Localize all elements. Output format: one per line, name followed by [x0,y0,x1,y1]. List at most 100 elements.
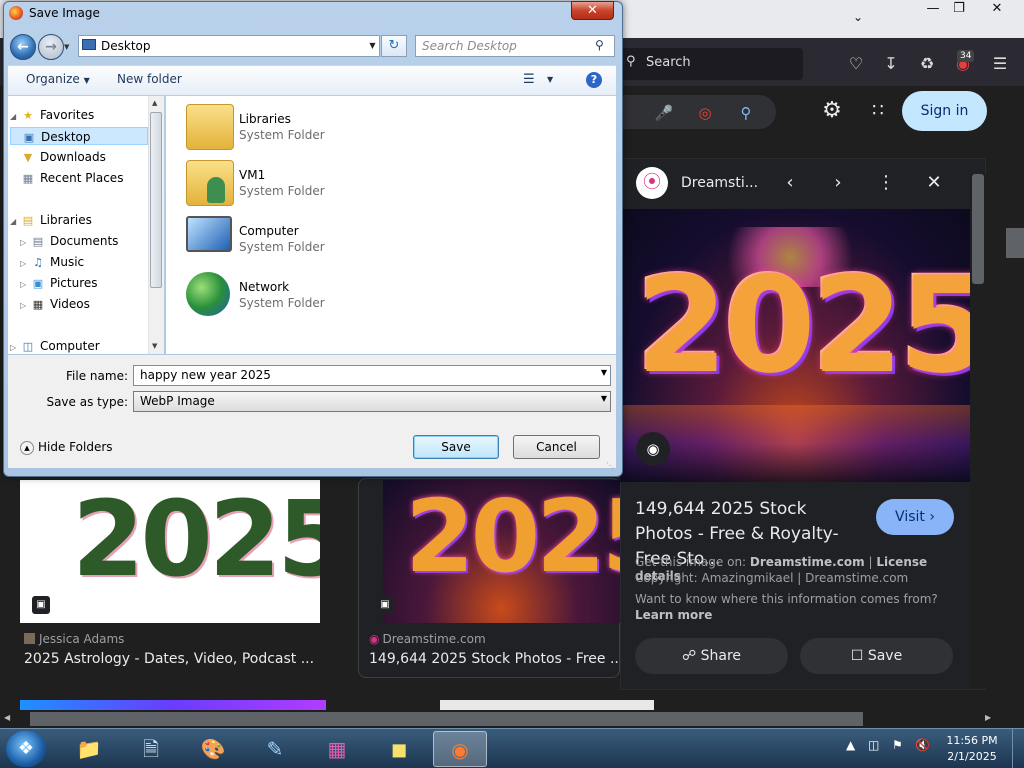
organize-button[interactable]: Organize ▼ [26,72,90,86]
download-icon[interactable]: ↧ [877,50,905,78]
result-image-4[interactable] [440,700,654,710]
nav-computer[interactable]: ▷ ◫ Computer [10,337,148,355]
network-tray-icon[interactable]: ◫ [868,738,879,752]
preview-image[interactable]: 2025 [620,209,970,482]
result-image-3[interactable] [20,700,326,710]
dropdown-arrow-icon[interactable]: ▼ [601,368,607,377]
visit-button[interactable]: Visit › [876,499,954,535]
list-item-libraries[interactable] [186,104,236,150]
start-button[interactable]: ❖ [6,731,46,767]
explorer-taskbar-icon[interactable]: 📁 [62,731,116,767]
show-desktop-button[interactable] [1012,729,1024,768]
list-all-tabs-icon[interactable]: ⌄ [846,10,870,30]
save-button[interactable]: Save [413,435,499,459]
next-icon[interactable]: › [827,172,849,194]
panel-scrollbar-thumb[interactable] [972,174,984,284]
close-window-icon[interactable]: ✕ [982,0,1012,18]
preview-image-text: 2025 [636,249,970,403]
paint-taskbar-icon[interactable]: 🎨 [186,731,240,767]
page-scrollbar-thumb[interactable] [1006,228,1024,258]
forward-button[interactable]: → [38,34,64,60]
nav-favorites[interactable]: ◢ ★ Favorites [10,106,148,124]
share-button[interactable]: ☍ Share [635,638,788,674]
apps-grid-icon[interactable]: ∷ [866,99,890,123]
pocket-icon[interactable]: ♡ [842,50,870,78]
scroll-left-icon[interactable]: ◀ [4,713,10,722]
panel-source-name[interactable]: Dreamsti... [681,175,758,191]
lens-search-icon[interactable]: ◎ [693,101,717,125]
result-image-1-text: 2025 [72,480,320,600]
file-name-input[interactable]: happy new year 2025 ▼ [133,365,611,386]
nav-recent-places[interactable]: ▦ Recent Places [10,169,148,187]
address-dropdown-icon[interactable]: ▼ [366,36,379,56]
nav-downloads-label: Downloads [40,150,106,164]
dialog-close-button[interactable]: ✕ [571,1,614,20]
recent-locations-icon[interactable]: ▼ [64,43,69,51]
view-options-icon[interactable]: ▼ [547,75,553,84]
close-panel-icon[interactable]: ✕ [923,172,945,194]
scroll-up-icon[interactable]: ▲ [152,99,157,107]
item-name[interactable]: Computer [239,224,299,238]
result-image-1[interactable]: 2025 [20,480,320,623]
item-name[interactable]: VM1 [239,168,265,182]
google-lens-icon[interactable]: ◉ [636,432,670,466]
dropdown-arrow-icon[interactable]: ▼ [601,394,607,403]
previous-icon[interactable]: ‹ [779,172,801,194]
nav-pictures[interactable]: ▷ ▣ Pictures [20,274,158,292]
search-icon[interactable]: ⚲ [595,38,604,52]
nav-desktop[interactable]: ▣ Desktop [10,127,148,145]
scroll-right-icon[interactable]: ▶ [985,713,991,722]
new-folder-button[interactable]: New folder [117,72,182,86]
learn-more-link[interactable]: Learn more [635,608,712,622]
result-title-1[interactable]: 2025 Astrology - Dates, Video, Podcast .… [24,651,314,667]
sticky-notes-taskbar-icon[interactable]: ◼ [372,731,426,767]
list-item-network[interactable] [186,272,236,318]
item-name[interactable]: Network [239,280,289,294]
refresh-button[interactable]: ↻ [381,35,407,57]
sign-in-button[interactable]: Sign in [902,91,987,131]
back-button[interactable]: ← [10,34,36,60]
resize-grip-icon[interactable]: ⋱ [606,461,614,470]
nav-videos[interactable]: ▷ ▦ Videos [20,295,158,313]
hide-folders-button[interactable]: ▲ Hide Folders [20,440,113,455]
settings-gear-icon[interactable]: ⚙ [820,99,844,123]
list-item-computer[interactable] [186,216,236,262]
notepad-taskbar-icon[interactable]: ✎ [248,731,302,767]
save-to-collection-button[interactable]: ☐ Save [800,638,953,674]
wordpad-taskbar-icon[interactable]: 🗎 [124,731,178,767]
change-view-icon[interactable]: ☰ [523,72,535,87]
scroll-down-icon[interactable]: ▼ [152,342,157,350]
get-image-site-link[interactable]: Dreamstime.com [750,555,865,569]
voice-search-icon[interactable]: 🎤 [652,101,676,125]
cancel-button[interactable]: Cancel [513,435,600,459]
firefox-taskbar-icon[interactable]: ◉ [433,731,487,767]
item-name[interactable]: Libraries [239,112,291,126]
nav-music[interactable]: ▷ ♫ Music [20,253,158,271]
winrar-taskbar-icon[interactable]: ▦ [310,731,364,767]
result-source-2[interactable]: ◉ Dreamstime.com [369,632,486,646]
address-bar[interactable]: Desktop [78,35,380,57]
result-title-2[interactable]: 149,644 2025 Stock Photos - Free ... [369,651,623,667]
restore-icon[interactable]: ❐ [944,0,974,18]
more-options-icon[interactable]: ⋮ [875,172,897,194]
search-submit-icon[interactable]: ⚲ [734,101,758,125]
nav-libraries[interactable]: ◢ ▤ Libraries [10,211,148,229]
result-source-1[interactable]: Jessica Adams [24,632,124,646]
browser-search-input[interactable]: ⚲ Search [620,48,803,80]
menu-icon[interactable]: ☰ [986,50,1014,78]
extensions-icon[interactable]: ♻ [913,50,941,78]
action-center-flag-icon[interactable]: ⚑ [892,738,903,752]
show-hidden-icons-icon[interactable]: ▲ [846,738,855,752]
page-horizontal-scrollbar-thumb[interactable] [30,712,863,726]
taskbar-clock[interactable]: 11:56 PM 2/1/2025 [942,733,1002,765]
list-item-vm1[interactable] [186,160,236,206]
nav-documents[interactable]: ▷ ▤ Documents [20,232,158,250]
volume-muted-icon[interactable]: 🔇 [915,738,930,752]
result-image-2[interactable]: 2025 [383,480,620,623]
search-desktop-input[interactable]: Search Desktop [415,35,615,57]
help-button[interactable]: ? [586,72,602,88]
nav-pane-scrollbar-thumb[interactable] [150,112,162,288]
clock-date: 2/1/2025 [947,750,997,763]
save-as-type-select[interactable]: WebP Image ▼ [133,391,611,412]
nav-downloads[interactable]: ▼ Downloads [10,148,148,166]
